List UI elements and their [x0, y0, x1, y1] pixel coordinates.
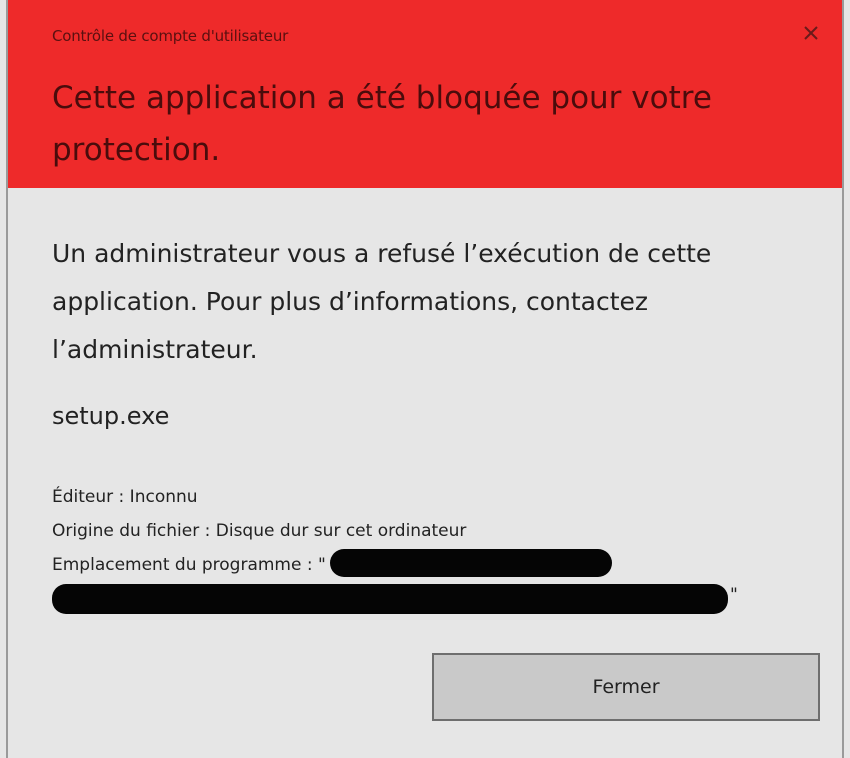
program-details: Éditeur : Inconnu Origine du fichier : D… — [52, 480, 772, 616]
file-origin-line: Origine du fichier : Disque dur sur cet … — [52, 521, 467, 541]
uac-dialog: Contrôle de compte d'utilisateur Cette a… — [6, 0, 844, 758]
program-location-label: Emplacement du programme : " — [52, 555, 326, 575]
close-icon-glyph — [804, 26, 818, 40]
window-title: Contrôle de compte d'utilisateur — [52, 27, 289, 45]
close-icon[interactable] — [798, 20, 824, 46]
program-location-line: Emplacement du programme : " — [52, 548, 772, 582]
dialog-header: Contrôle de compte d'utilisateur Cette a… — [8, 0, 842, 188]
dialog-body: Un administrateur vous a refusé l’exécut… — [8, 188, 842, 758]
program-location-end: " — [730, 585, 738, 605]
dialog-heading: Cette application a été bloquée pour vot… — [52, 80, 712, 168]
program-filename: setup.exe — [52, 402, 170, 430]
publisher-line: Éditeur : Inconnu — [52, 487, 198, 507]
close-button[interactable]: Fermer — [432, 653, 820, 721]
redacted-path-start — [329, 549, 612, 577]
blocked-message: Un administrateur vous a refusé l’exécut… — [52, 239, 712, 364]
program-location-continuation: " — [52, 582, 772, 616]
redacted-path-rest — [52, 584, 728, 614]
